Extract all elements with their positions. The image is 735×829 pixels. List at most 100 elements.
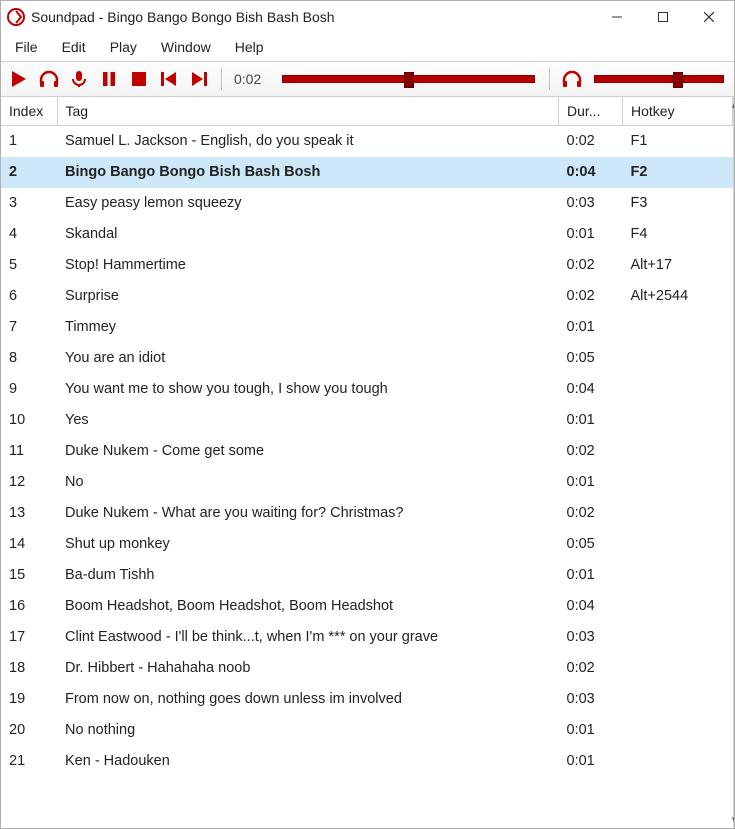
pause-button[interactable]: [97, 67, 121, 91]
cell-duration: 0:01: [559, 312, 623, 343]
table-row[interactable]: 21Ken - Hadouken0:01: [1, 746, 733, 777]
table-row[interactable]: 15Ba-dum Tishh0:01: [1, 560, 733, 591]
table-row[interactable]: 9You want me to show you tough, I show y…: [1, 374, 733, 405]
seek-slider[interactable]: [282, 75, 535, 83]
maximize-button[interactable]: [640, 1, 686, 33]
stop-button[interactable]: [127, 67, 151, 91]
table-row[interactable]: 16Boom Headshot, Boom Headshot, Boom Hea…: [1, 591, 733, 622]
menubar: File Edit Play Window Help: [1, 33, 734, 61]
column-header-duration[interactable]: Dur...: [559, 97, 623, 126]
volume-icon[interactable]: [560, 67, 584, 91]
table-row[interactable]: 11Duke Nukem - Come get some0:02: [1, 436, 733, 467]
menu-edit[interactable]: Edit: [52, 36, 96, 58]
cell-hotkey: F1: [623, 126, 733, 157]
cell-tag: Surprise: [57, 281, 559, 312]
column-header-index[interactable]: Index: [1, 97, 57, 126]
cell-index: 14: [1, 529, 57, 560]
table-row[interactable]: 1Samuel L. Jackson - English, do you spe…: [1, 126, 733, 157]
playback-time: 0:02: [232, 71, 272, 87]
menu-play[interactable]: Play: [100, 36, 147, 58]
minimize-button[interactable]: [594, 1, 640, 33]
table-row[interactable]: 19From now on, nothing goes down unless …: [1, 684, 733, 715]
cell-index: 5: [1, 250, 57, 281]
cell-tag: Clint Eastwood - I'll be think...t, when…: [57, 622, 559, 653]
cell-tag: Bingo Bango Bongo Bish Bash Bosh: [57, 157, 559, 188]
cell-index: 19: [1, 684, 57, 715]
cell-tag: Ba-dum Tishh: [57, 560, 559, 591]
table-row[interactable]: 18Dr. Hibbert - Hahahaha noob0:02: [1, 653, 733, 684]
cell-index: 1: [1, 126, 57, 157]
cell-tag: From now on, nothing goes down unless im…: [57, 684, 559, 715]
play-headphones-button[interactable]: [37, 67, 61, 91]
cell-duration: 0:02: [559, 250, 623, 281]
table-row[interactable]: 20No nothing0:01: [1, 715, 733, 746]
cell-index: 15: [1, 560, 57, 591]
cell-tag: No nothing: [57, 715, 559, 746]
app-icon: [7, 8, 25, 26]
cell-hotkey: [623, 715, 733, 746]
cell-hotkey: [623, 436, 733, 467]
cell-tag: Dr. Hibbert - Hahahaha noob: [57, 653, 559, 684]
cell-duration: 0:02: [559, 436, 623, 467]
cell-hotkey: Alt+17: [623, 250, 733, 281]
seek-slider-thumb[interactable]: [404, 72, 414, 88]
table-row[interactable]: 10Yes0:01: [1, 405, 733, 436]
close-button[interactable]: [686, 1, 732, 33]
column-header-tag[interactable]: Tag: [57, 97, 559, 126]
table-row[interactable]: 3Easy peasy lemon squeezy0:03F3: [1, 188, 733, 219]
play-microphone-button[interactable]: [67, 67, 91, 91]
window-title: Soundpad - Bingo Bango Bongo Bish Bash B…: [31, 9, 335, 25]
sound-list[interactable]: Index Tag Dur... Hotkey 1Samuel L. Jacks…: [1, 97, 733, 828]
next-button[interactable]: [187, 67, 211, 91]
cell-hotkey: [623, 405, 733, 436]
table-row[interactable]: 12No0:01: [1, 467, 733, 498]
column-header-hotkey[interactable]: Hotkey: [623, 97, 733, 126]
cell-duration: 0:02: [559, 281, 623, 312]
table-row[interactable]: 5Stop! Hammertime0:02Alt+17: [1, 250, 733, 281]
table-row[interactable]: 4Skandal0:01F4: [1, 219, 733, 250]
table-row[interactable]: 8You are an idiot0:05: [1, 343, 733, 374]
cell-hotkey: [623, 343, 733, 374]
cell-duration: 0:04: [559, 374, 623, 405]
cell-hotkey: [623, 467, 733, 498]
table-row[interactable]: 17Clint Eastwood - I'll be think...t, wh…: [1, 622, 733, 653]
cell-index: 13: [1, 498, 57, 529]
table-row[interactable]: 14Shut up monkey0:05: [1, 529, 733, 560]
cell-tag: Samuel L. Jackson - English, do you spea…: [57, 126, 559, 157]
cell-index: 18: [1, 653, 57, 684]
cell-duration: 0:01: [559, 746, 623, 777]
play-speaker-button[interactable]: [7, 67, 31, 91]
cell-hotkey: [623, 560, 733, 591]
cell-hotkey: F2: [623, 157, 733, 188]
cell-duration: 0:02: [559, 498, 623, 529]
volume-slider-thumb[interactable]: [673, 72, 683, 88]
volume-slider[interactable]: [594, 75, 724, 83]
cell-index: 11: [1, 436, 57, 467]
cell-duration: 0:05: [559, 529, 623, 560]
menu-help[interactable]: Help: [225, 36, 274, 58]
previous-button[interactable]: [157, 67, 181, 91]
cell-tag: Yes: [57, 405, 559, 436]
cell-hotkey: [623, 312, 733, 343]
cell-index: 12: [1, 467, 57, 498]
table-row[interactable]: 7Timmey0:01: [1, 312, 733, 343]
cell-tag: You are an idiot: [57, 343, 559, 374]
menu-file[interactable]: File: [5, 36, 48, 58]
cell-index: 16: [1, 591, 57, 622]
cell-duration: 0:01: [559, 405, 623, 436]
cell-hotkey: [623, 374, 733, 405]
cell-hotkey: [623, 591, 733, 622]
cell-tag: Duke Nukem - Come get some: [57, 436, 559, 467]
table-row[interactable]: 2Bingo Bango Bongo Bish Bash Bosh0:04F2: [1, 157, 733, 188]
table-row[interactable]: 6Surprise0:02Alt+2544: [1, 281, 733, 312]
cell-duration: 0:01: [559, 560, 623, 591]
cell-index: 9: [1, 374, 57, 405]
menu-window[interactable]: Window: [151, 36, 221, 58]
cell-index: 7: [1, 312, 57, 343]
cell-hotkey: [623, 653, 733, 684]
cell-index: 21: [1, 746, 57, 777]
cell-hotkey: F4: [623, 219, 733, 250]
table-row[interactable]: 13Duke Nukem - What are you waiting for?…: [1, 498, 733, 529]
vertical-scrollbar[interactable]: ▴ ▾: [733, 97, 734, 828]
cell-index: 2: [1, 157, 57, 188]
